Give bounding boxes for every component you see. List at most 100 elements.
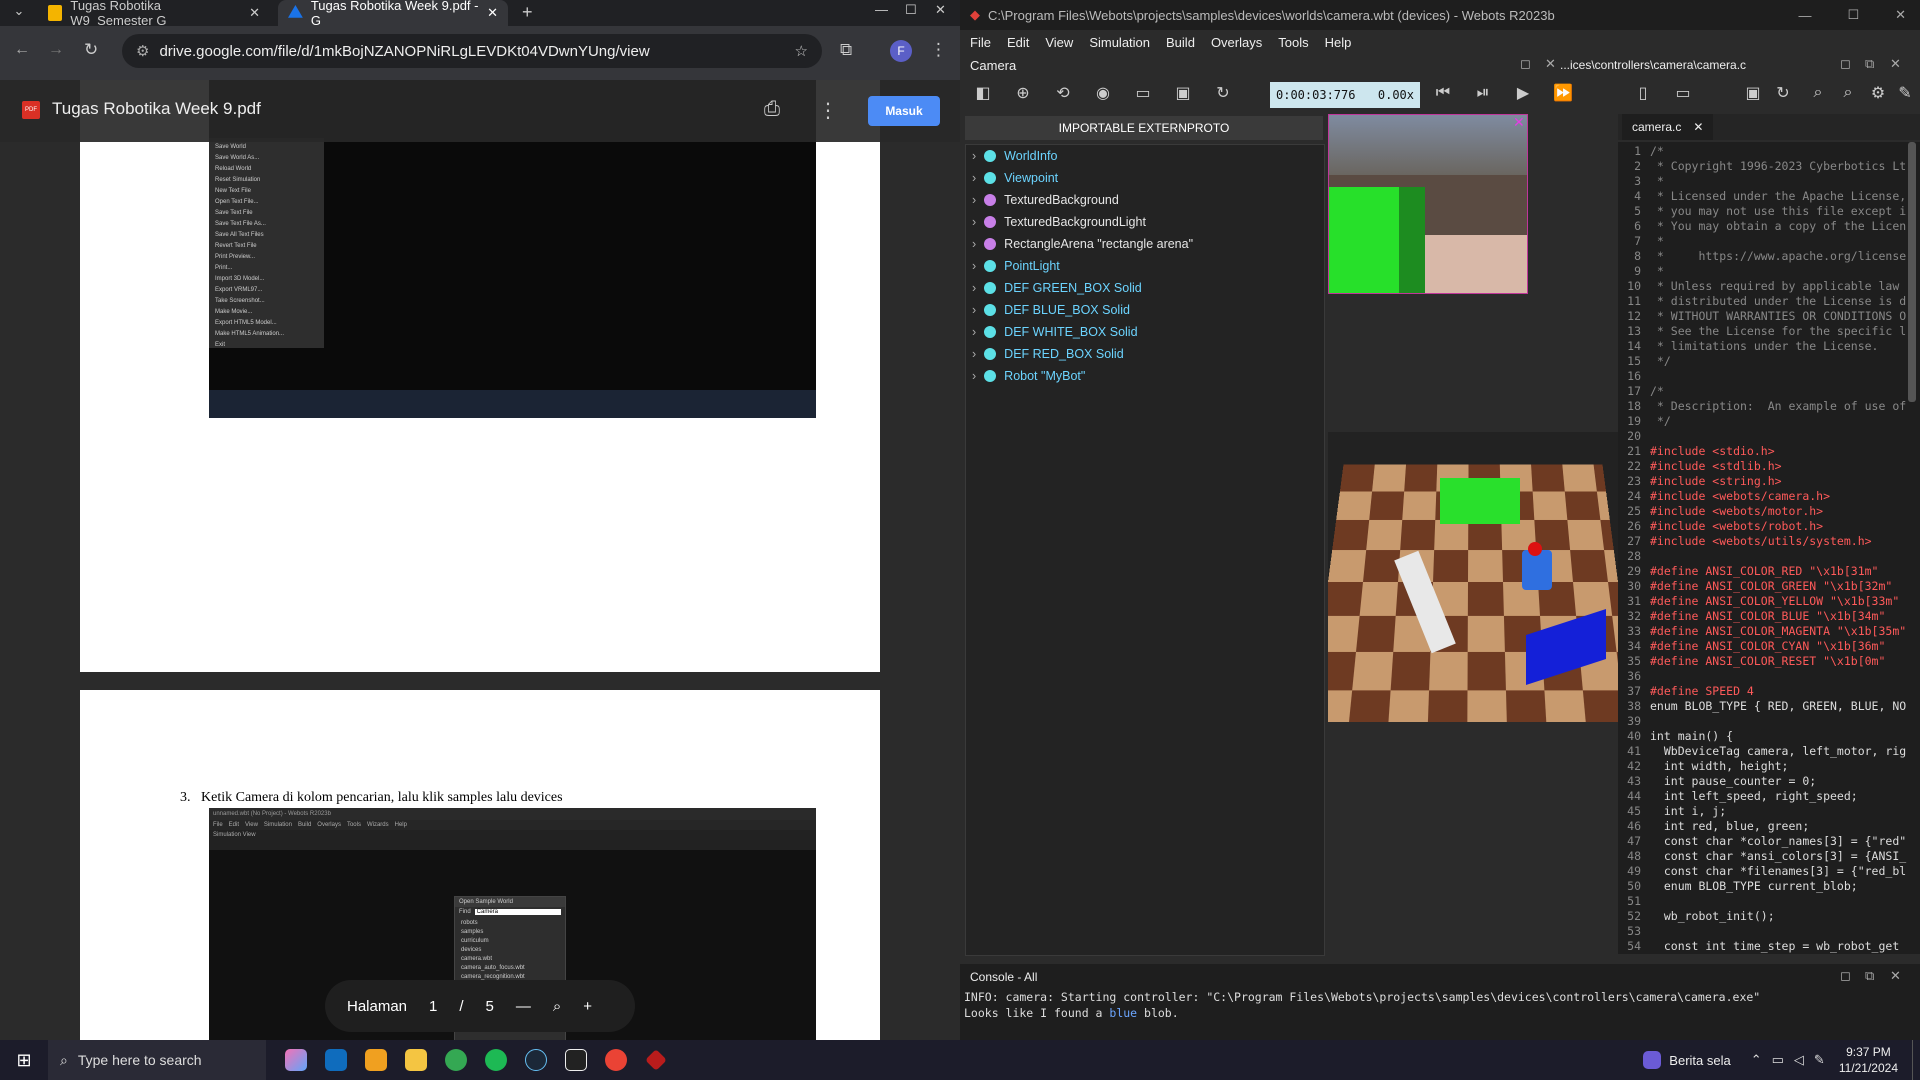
clean-icon[interactable]: ✎ bbox=[1892, 80, 1918, 106]
chrome-icon[interactable] bbox=[436, 1040, 476, 1080]
undock-icon[interactable]: ◻ bbox=[1520, 56, 1531, 72]
forward-icon[interactable]: → bbox=[48, 41, 64, 59]
undock-icon[interactable]: ◻ bbox=[1840, 56, 1851, 72]
tab-1[interactable]: Tugas Robotika W9_Semester G ✕ bbox=[38, 0, 270, 28]
extensions-icon[interactable]: ⧉ bbox=[840, 40, 852, 60]
new-file-icon[interactable]: ▯ bbox=[1630, 80, 1656, 106]
network-icon[interactable]: ▭ bbox=[1772, 1052, 1784, 1068]
menu-edit[interactable]: Edit bbox=[1007, 35, 1029, 50]
visibility-icon[interactable]: ◉ bbox=[1090, 80, 1116, 106]
undock-icon[interactable]: ◻ bbox=[1840, 968, 1851, 984]
scene-node[interactable]: › DEF BLUE_BOX Solid bbox=[966, 299, 1324, 321]
save-icon[interactable]: ▣ bbox=[1170, 80, 1196, 106]
close-icon[interactable]: ✕ bbox=[249, 5, 260, 21]
expand-chevron-icon[interactable]: › bbox=[972, 347, 976, 361]
maximize-icon[interactable]: ⧉ bbox=[1865, 968, 1874, 984]
play-icon[interactable]: ▶ bbox=[1510, 80, 1536, 106]
clock[interactable]: 9:37 PM 11/21/2024 bbox=[1839, 1044, 1898, 1076]
tab-camera-c[interactable]: camera.c ✕ bbox=[1622, 114, 1714, 140]
menu-overlays[interactable]: Overlays bbox=[1211, 35, 1262, 50]
scene-tree-toggle-icon[interactable]: ◧ bbox=[970, 80, 996, 106]
show-desktop[interactable] bbox=[1912, 1040, 1920, 1080]
menu-tools[interactable]: Tools bbox=[1278, 35, 1308, 50]
back-icon[interactable]: ← bbox=[14, 41, 30, 59]
code-editor[interactable]: 1/* 2 * Copyright 1996-2023 Cyberbotics L… bbox=[1618, 142, 1920, 954]
close-icon[interactable]: ✕ bbox=[1545, 56, 1556, 72]
file-explorer-icon[interactable] bbox=[396, 1040, 436, 1080]
bookmark-star-icon[interactable]: ☆ bbox=[795, 42, 808, 60]
maximize-icon[interactable]: ⧉ bbox=[1865, 56, 1874, 72]
expand-chevron-icon[interactable]: › bbox=[972, 259, 976, 273]
expand-chevron-icon[interactable]: › bbox=[972, 325, 976, 339]
tray-chevron-icon[interactable]: ⌃ bbox=[1751, 1052, 1762, 1068]
step-icon[interactable]: ⏯ bbox=[1470, 80, 1496, 106]
close-icon[interactable]: ✕ bbox=[487, 5, 498, 21]
outlook-icon[interactable] bbox=[316, 1040, 356, 1080]
importable-externproto-button[interactable]: IMPORTABLE EXTERNPROTO bbox=[965, 116, 1323, 140]
save-file-icon[interactable]: ▣ bbox=[1740, 80, 1766, 106]
menu-file[interactable]: File bbox=[970, 35, 991, 50]
revert-icon[interactable]: ↻ bbox=[1770, 80, 1796, 106]
fast-forward-icon[interactable]: ⏩ bbox=[1550, 80, 1576, 106]
more-options-icon[interactable]: ⋮ bbox=[818, 98, 838, 123]
menu-kebab-icon[interactable]: ⋮ bbox=[930, 40, 947, 60]
copilot-icon[interactable] bbox=[276, 1040, 316, 1080]
tab-search-icon[interactable]: ⌄ bbox=[8, 3, 30, 23]
tab-2[interactable]: Tugas Robotika Week 9.pdf - G ✕ bbox=[278, 0, 508, 28]
scene-node[interactable]: › TexturedBackground bbox=[966, 189, 1324, 211]
maximize-icon[interactable]: ☐ bbox=[1847, 7, 1859, 23]
reload-icon[interactable]: ↻ bbox=[84, 40, 98, 60]
maximize-icon[interactable]: ☐ bbox=[905, 2, 917, 18]
reset-simulation-icon[interactable]: ⏮ bbox=[1430, 80, 1456, 106]
current-page[interactable]: 1 bbox=[429, 998, 437, 1015]
expand-chevron-icon[interactable]: › bbox=[972, 369, 976, 383]
editor-scrollbar[interactable] bbox=[1908, 142, 1916, 402]
store-icon[interactable] bbox=[356, 1040, 396, 1080]
site-info-icon[interactable]: ⚙ bbox=[136, 42, 149, 60]
scene-node[interactable]: › PointLight bbox=[966, 255, 1324, 277]
find-icon[interactable]: ⌕ bbox=[1805, 80, 1831, 106]
scene-node[interactable]: › RectangleArena "rectangle arena" bbox=[966, 233, 1324, 255]
reset-view-icon[interactable]: ⟲ bbox=[1050, 80, 1076, 106]
menu-view[interactable]: View bbox=[1045, 35, 1073, 50]
zoom-in-icon[interactable]: + bbox=[583, 998, 592, 1015]
menu-build[interactable]: Build bbox=[1166, 35, 1195, 50]
address-bar[interactable]: ⚙ drive.google.com/file/d/1mkBojNZANOPNi… bbox=[122, 34, 822, 68]
pen-icon[interactable]: ✎ bbox=[1814, 1052, 1825, 1068]
scene-node[interactable]: › Robot "MyBot" bbox=[966, 365, 1324, 387]
build-icon[interactable]: ⚙ bbox=[1865, 80, 1891, 106]
epic-games-icon[interactable] bbox=[556, 1040, 596, 1080]
close-window-icon[interactable]: ✕ bbox=[935, 2, 946, 18]
zoom-icon[interactable]: ⌕ bbox=[553, 998, 561, 1015]
pdf-viewer[interactable]: Save World Save World As... Reload World Re… bbox=[0, 80, 960, 1040]
expand-chevron-icon[interactable]: › bbox=[972, 193, 976, 207]
new-tab-icon[interactable]: + bbox=[522, 2, 533, 23]
open-file-icon[interactable]: ▭ bbox=[1670, 80, 1696, 106]
start-icon[interactable]: ⊞ bbox=[0, 1040, 48, 1080]
close-icon[interactable]: ✕ bbox=[1693, 120, 1703, 134]
news-widget[interactable]: Berita sela bbox=[1643, 1051, 1731, 1069]
close-icon[interactable]: ✕ bbox=[1890, 968, 1901, 984]
spotify-icon[interactable] bbox=[476, 1040, 516, 1080]
minimize-icon[interactable]: — bbox=[1798, 8, 1811, 23]
scene-node[interactable]: › Viewpoint bbox=[966, 167, 1324, 189]
reload-icon[interactable]: ↻ bbox=[1210, 80, 1236, 106]
add-node-icon[interactable]: ⊕ bbox=[1010, 80, 1036, 106]
expand-chevron-icon[interactable]: › bbox=[972, 171, 976, 185]
menu-help[interactable]: Help bbox=[1325, 35, 1352, 50]
login-button[interactable]: Masuk bbox=[868, 96, 940, 126]
print-icon[interactable]: ⎙ bbox=[764, 98, 780, 121]
scene-node[interactable]: › DEF GREEN_BOX Solid bbox=[966, 277, 1324, 299]
menu-simulation[interactable]: Simulation bbox=[1089, 35, 1150, 50]
profile-avatar[interactable]: F bbox=[890, 40, 912, 62]
3d-view[interactable] bbox=[1328, 432, 1618, 722]
webots-icon[interactable] bbox=[636, 1040, 676, 1080]
taskbar-search[interactable]: ⌕ Type here to search bbox=[48, 1040, 266, 1080]
scene-node[interactable]: › WorldInfo bbox=[966, 145, 1324, 167]
expand-chevron-icon[interactable]: › bbox=[972, 215, 976, 229]
chrome-profile-icon[interactable] bbox=[596, 1040, 636, 1080]
steam-icon[interactable] bbox=[516, 1040, 556, 1080]
scene-node[interactable]: › DEF RED_BOX Solid bbox=[966, 343, 1324, 365]
volume-icon[interactable]: ◁ bbox=[1794, 1052, 1804, 1068]
close-icon[interactable]: ✕ bbox=[1513, 115, 1527, 129]
